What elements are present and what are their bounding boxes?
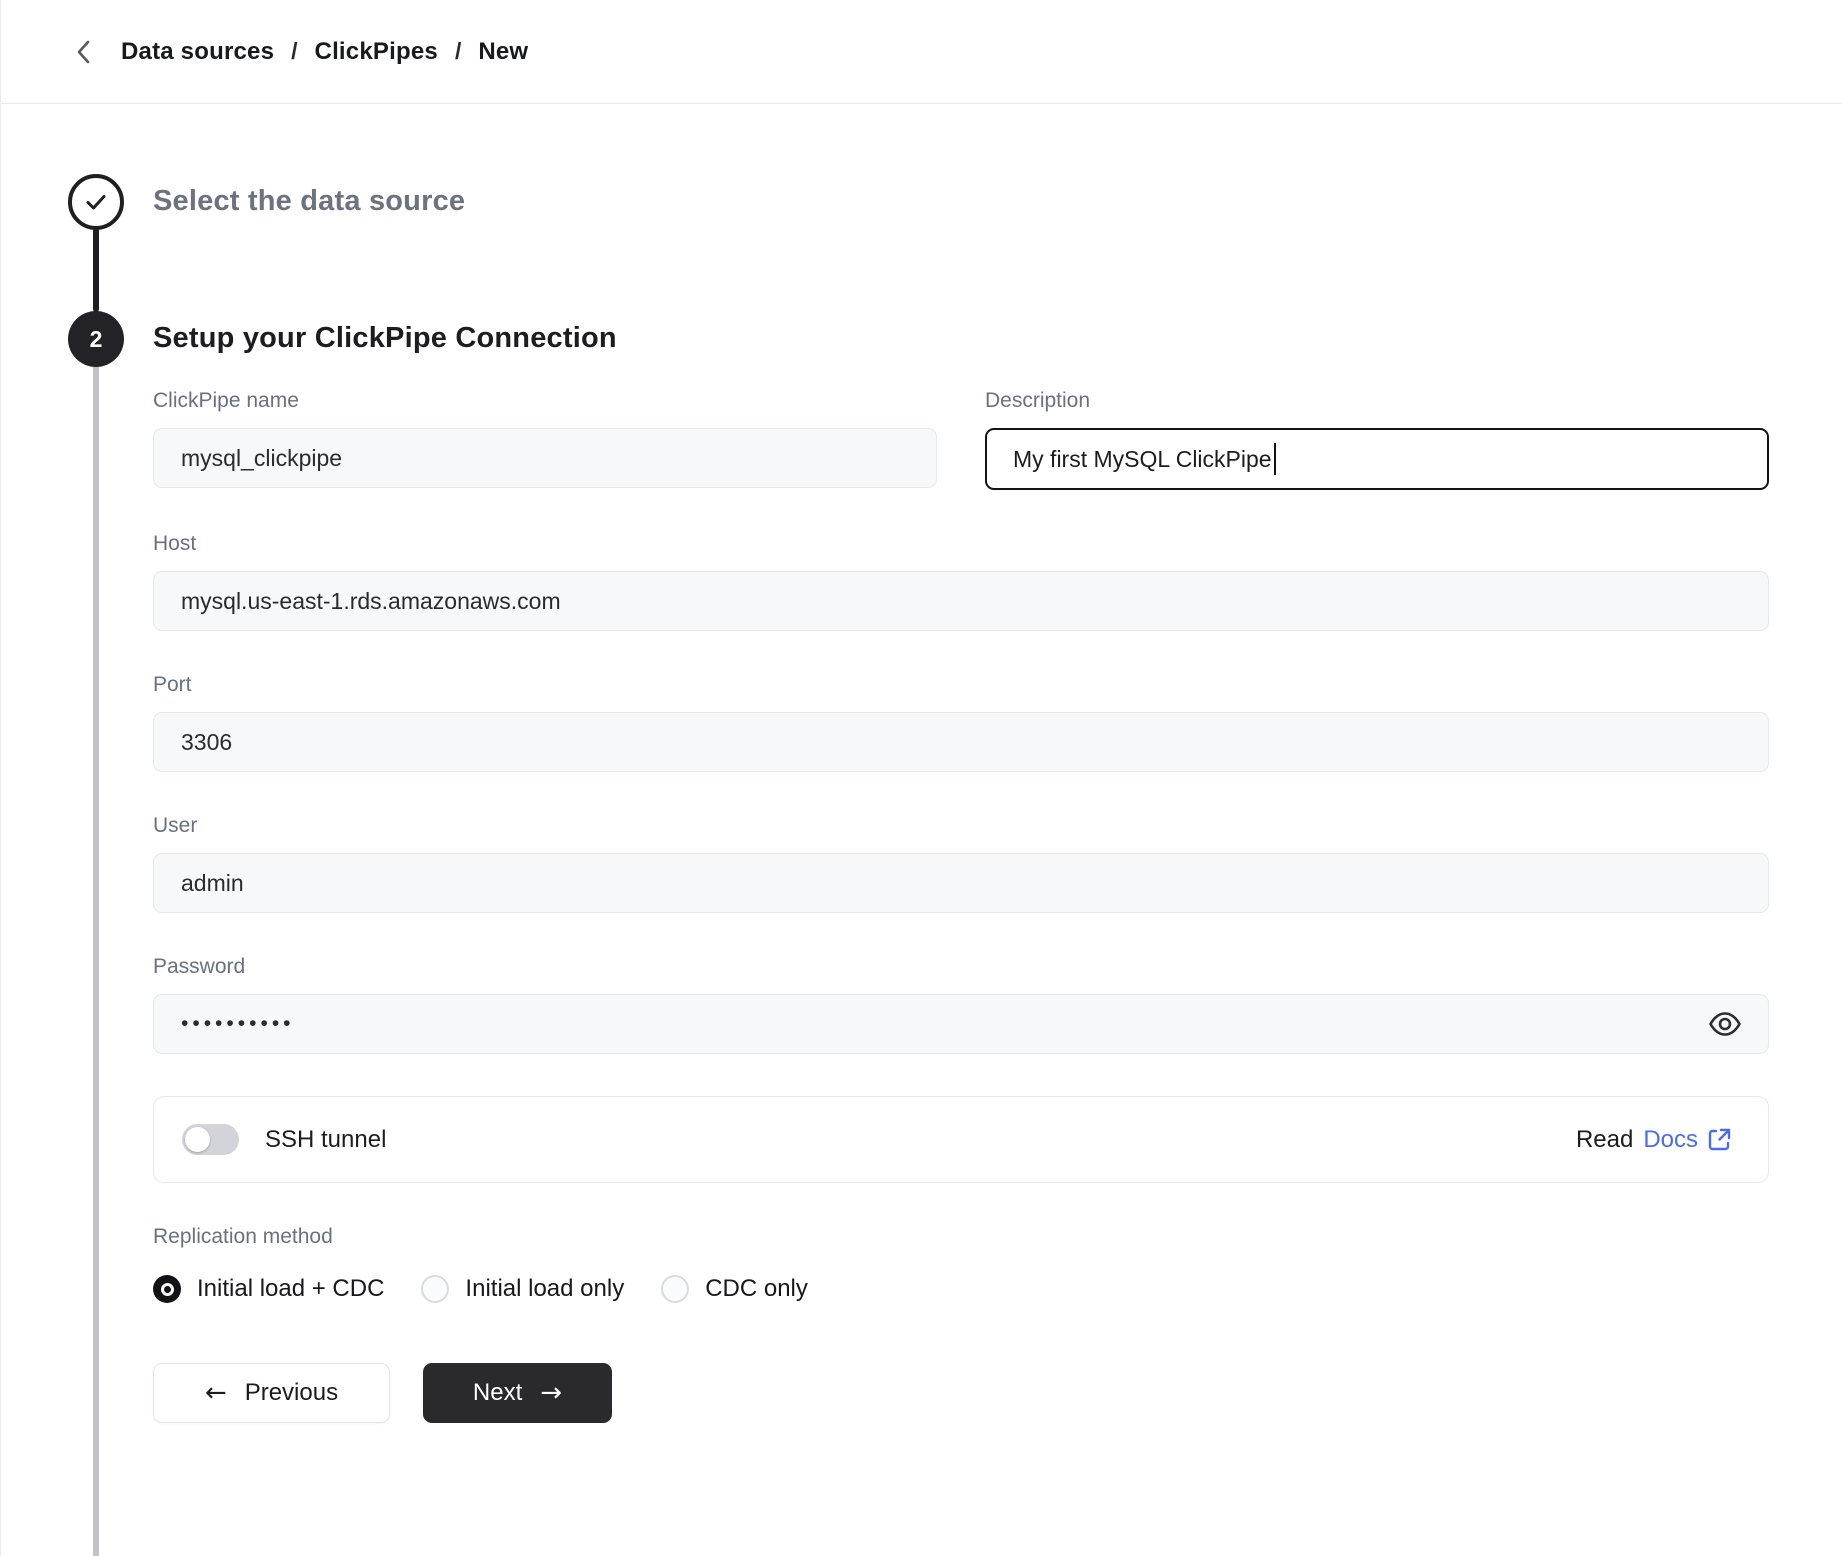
arrow-right-icon: →: [540, 1380, 562, 1406]
radio-initial-load-cdc[interactable]: Initial load + CDC: [153, 1275, 384, 1303]
host-input[interactable]: [153, 571, 1769, 631]
port-input[interactable]: [153, 712, 1769, 772]
description-value: My first MySQL ClickPipe: [1013, 446, 1272, 473]
wizard-actions: ← Previous Next →: [153, 1363, 1769, 1423]
step-1-indicator[interactable]: [68, 174, 124, 230]
ssh-tunnel-toggle[interactable]: [182, 1124, 239, 1155]
breadcrumb-separator: /: [291, 38, 297, 65]
clickpipe-name-label: ClickPipe name: [153, 389, 937, 413]
radio-cdc-only[interactable]: CDC only: [661, 1275, 808, 1303]
radio-selected-icon: [153, 1275, 181, 1303]
check-icon: [84, 192, 108, 212]
replication-method-group: Initial load + CDC Initial load only CDC…: [153, 1275, 1769, 1303]
step-2-panel: Setup your ClickPipe Connection ClickPip…: [153, 322, 1769, 1423]
host-label: Host: [153, 532, 1769, 556]
port-label: Port: [153, 673, 1769, 697]
step-1-title: Select the data source: [153, 185, 465, 218]
radio-unselected-icon: [421, 1275, 449, 1303]
breadcrumb-separator: /: [455, 38, 461, 65]
user-input[interactable]: [153, 853, 1769, 913]
ssh-tunnel-label: SSH tunnel: [265, 1126, 386, 1154]
text-caret: [1274, 443, 1276, 475]
breadcrumb-item-data-sources[interactable]: Data sources: [121, 38, 274, 66]
radio-initial-load-only[interactable]: Initial load only: [421, 1275, 624, 1303]
replication-method-label: Replication method: [153, 1225, 1769, 1249]
radio-label: Initial load only: [465, 1275, 624, 1303]
header-bar: Data sources / ClickPipes / New: [1, 0, 1842, 104]
next-button[interactable]: Next →: [423, 1363, 612, 1423]
arrow-left-icon: ←: [205, 1380, 227, 1406]
docs-link[interactable]: Docs: [1643, 1126, 1732, 1154]
eye-icon: [1708, 1011, 1742, 1037]
previous-button[interactable]: ← Previous: [153, 1363, 390, 1423]
docs-link-label: Docs: [1643, 1126, 1698, 1154]
clickpipe-name-input[interactable]: [153, 428, 937, 488]
password-input[interactable]: [153, 994, 1769, 1054]
step-2-number: 2: [90, 326, 103, 353]
read-text: Read: [1576, 1126, 1633, 1154]
user-label: User: [153, 814, 1769, 838]
breadcrumb: Data sources / ClickPipes / New: [121, 38, 528, 66]
description-label: Description: [985, 389, 1769, 413]
password-label: Password: [153, 955, 1769, 979]
ssh-tunnel-card: SSH tunnel Read Docs: [153, 1096, 1769, 1183]
breadcrumb-item-new: New: [478, 38, 528, 66]
external-link-icon: [1707, 1127, 1732, 1152]
previous-button-label: Previous: [245, 1379, 338, 1407]
toggle-knob: [185, 1127, 210, 1152]
radio-unselected-icon: [661, 1275, 689, 1303]
step-2-indicator: 2: [68, 311, 124, 367]
toggle-password-visibility-button[interactable]: [1703, 1002, 1747, 1046]
next-button-label: Next: [473, 1379, 522, 1407]
step-2-title: Setup your ClickPipe Connection: [153, 322, 1769, 355]
back-button[interactable]: [63, 32, 103, 72]
breadcrumb-item-clickpipes[interactable]: ClickPipes: [315, 38, 438, 66]
radio-label: CDC only: [705, 1275, 808, 1303]
radio-label: Initial load + CDC: [197, 1275, 384, 1303]
chevron-left-icon: [75, 39, 91, 65]
stepper-connector-completed: [93, 228, 99, 312]
description-input[interactable]: My first MySQL ClickPipe: [985, 428, 1769, 490]
stepper-connector-pending: [93, 366, 99, 1556]
